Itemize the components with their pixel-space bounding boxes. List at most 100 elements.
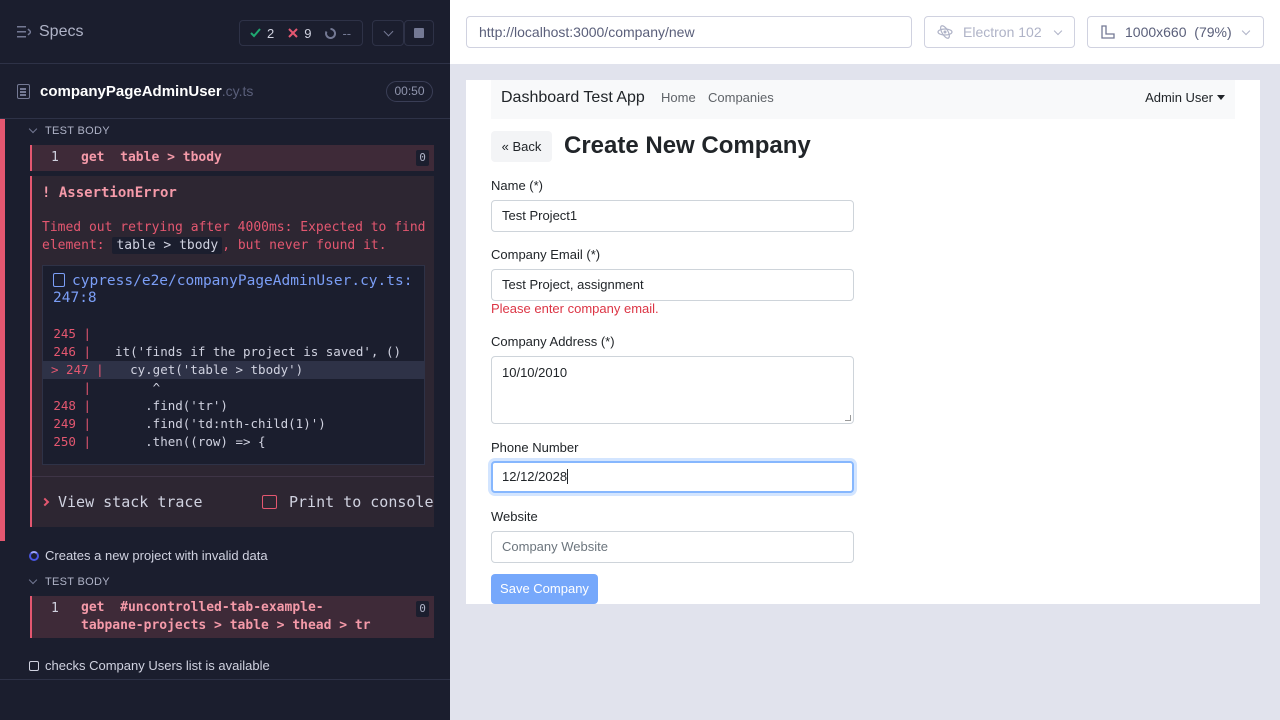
command-number: 1 (51, 150, 59, 165)
error-title: ! AssertionError (42, 185, 177, 201)
error-panel: ! AssertionError Timed out retrying afte… (30, 176, 434, 527)
error-message: Timed out retrying after 4000ms: Expecte… (42, 219, 427, 255)
phone-label: Phone Number (491, 440, 579, 455)
app-frame: Dashboard Test App Home Companies Admin … (466, 80, 1260, 604)
test-item-company-users[interactable]: checks Company Users list is available (29, 658, 270, 673)
command-name: get (81, 150, 105, 165)
line-number: 246 | (53, 344, 91, 359)
code-line: 250 | .then((row) => { (43, 433, 424, 451)
phone-field[interactable]: 12/12/2028 (491, 461, 854, 493)
email-label: Company Email (*) (491, 247, 601, 262)
failed-test-indicator (0, 119, 5, 541)
check-icon (250, 28, 261, 38)
test-body-heading[interactable]: TEST BODY (28, 124, 110, 137)
failed-count: 9 (304, 25, 312, 41)
test-stats: 2 9 -- (239, 20, 363, 46)
code-line: 249 | .find('td:nth-child(1)') (43, 415, 424, 433)
electron-icon (937, 25, 953, 39)
chevron-down-icon (28, 575, 38, 585)
spec-name-text: companyPageAdminUser (40, 83, 222, 100)
viewport-info[interactable]: 1000x660 (79%) (1087, 16, 1264, 48)
user-dropdown[interactable]: Admin User (1145, 90, 1225, 105)
command-selector: table > tbody (120, 150, 222, 165)
failed-stat: 9 (288, 26, 311, 41)
resize-handle-icon[interactable] (845, 415, 851, 421)
code-text: .find('td:nth-child(1)') (100, 416, 326, 431)
code-line: 248 | .find('tr') (43, 397, 424, 415)
stop-icon (414, 28, 424, 38)
browser-name: Electron 102 (963, 24, 1042, 40)
name-field[interactable]: Test Project1 (491, 200, 854, 232)
spec-ext: .cy.ts (221, 83, 254, 99)
reporter-header: Specs 2 9 -- (0, 0, 450, 64)
test-item-invalid-data[interactable]: Creates a new project with invalid data (29, 548, 268, 563)
command-row[interactable]: 1 get table > tbody 0 (30, 145, 434, 171)
print-to-console-label: Print to console (289, 493, 434, 511)
email-field[interactable]: Test Project, assignment (491, 269, 854, 301)
brand-link[interactable]: Dashboard Test App (501, 89, 645, 107)
address-label: Company Address (*) (491, 334, 615, 349)
document-icon (17, 84, 30, 99)
line-number: 248 | (53, 398, 91, 413)
chevron-down-icon (1241, 26, 1251, 36)
code-line: 246 | it('finds if the project is saved'… (43, 343, 424, 361)
passed-count: 2 (267, 25, 275, 41)
save-company-button[interactable]: Save Company (491, 574, 598, 604)
code-frame: cypress/e2e/companyPageAdminUser.cy.ts:2… (42, 265, 425, 465)
test-body-label: TEST BODY (45, 125, 110, 137)
address-field[interactable]: 10/10/2010 (491, 356, 854, 424)
command-number: 1 (51, 601, 59, 616)
line-number: > 247 | (51, 362, 104, 377)
view-stack-trace-label: View stack trace (58, 493, 203, 511)
code-line: | ^ (43, 379, 424, 397)
file-icon (53, 273, 65, 287)
website-field[interactable]: Company Website (491, 531, 854, 563)
code-line: > 247 | cy.get('table > tbody') (43, 361, 424, 379)
spec-duration: 00:50 (386, 81, 433, 102)
line-number: | (83, 380, 91, 395)
browser-selector[interactable]: Electron 102 (924, 16, 1075, 48)
view-stack-trace-button[interactable]: View stack trace (40, 493, 203, 511)
test-body-label: TEST BODY (45, 576, 110, 588)
print-to-console-button[interactable]: Print to console (262, 493, 434, 511)
nav-companies[interactable]: Companies (708, 90, 774, 105)
command-count-badge: 0 (416, 150, 429, 166)
code-frame-file-link[interactable]: cypress/e2e/companyPageAdminUser.cy.ts:2… (53, 273, 413, 307)
pending-test-icon (29, 661, 39, 671)
chevron-right-icon (40, 497, 50, 507)
divider (0, 679, 450, 680)
error-message-code: table > tbody (112, 237, 223, 254)
line-number: 250 | (53, 434, 91, 449)
nav-home[interactable]: Home (661, 90, 696, 105)
code-text: .find('tr') (100, 398, 228, 413)
collapse-button[interactable] (372, 20, 404, 46)
x-icon (288, 28, 298, 38)
spec-header: companyPageAdminUser.cy.ts 00:50 (0, 64, 450, 119)
chevron-down-icon (1053, 26, 1063, 36)
line-number: 245 | (53, 326, 91, 341)
reporter-panel: Specs 2 9 -- companyPageAdminUser.cy.ts … (0, 0, 450, 720)
test-title: Creates a new project with invalid data (45, 548, 268, 563)
url-bar[interactable]: http://localhost:3000/company/new (466, 16, 912, 48)
command-text: get table > tbody (81, 150, 222, 165)
passed-stat: 2 (250, 26, 274, 41)
command-selector: #uncontrolled-tab-example-tabpane-projec… (81, 600, 371, 633)
name-label: Name (*) (491, 178, 544, 193)
specs-title[interactable]: Specs (39, 23, 83, 41)
viewport-size: 1000x660 (79%) (1125, 24, 1232, 40)
specs-list-icon[interactable] (17, 26, 31, 38)
address-value: 10/10/2010 (502, 365, 568, 380)
test-title: checks Company Users list is available (45, 658, 270, 673)
app-preview-panel: http://localhost:3000/company/new Electr… (450, 0, 1280, 720)
command-row[interactable]: 1 get #uncontrolled-tab-example-tabpane-… (30, 596, 434, 638)
code-text: .then((row) => { (100, 434, 266, 449)
running-spinner-icon (29, 551, 39, 561)
code-text: cy.get('table > tbody') (100, 362, 304, 377)
pending-stat: -- (325, 26, 351, 41)
pending-count: -- (342, 25, 352, 41)
stop-button[interactable] (404, 20, 434, 46)
back-button[interactable]: « Back (491, 131, 552, 162)
website-label: Website (491, 509, 538, 524)
test-body-heading[interactable]: TEST BODY (28, 575, 110, 588)
preview-toolbar: http://localhost:3000/company/new Electr… (450, 0, 1280, 64)
